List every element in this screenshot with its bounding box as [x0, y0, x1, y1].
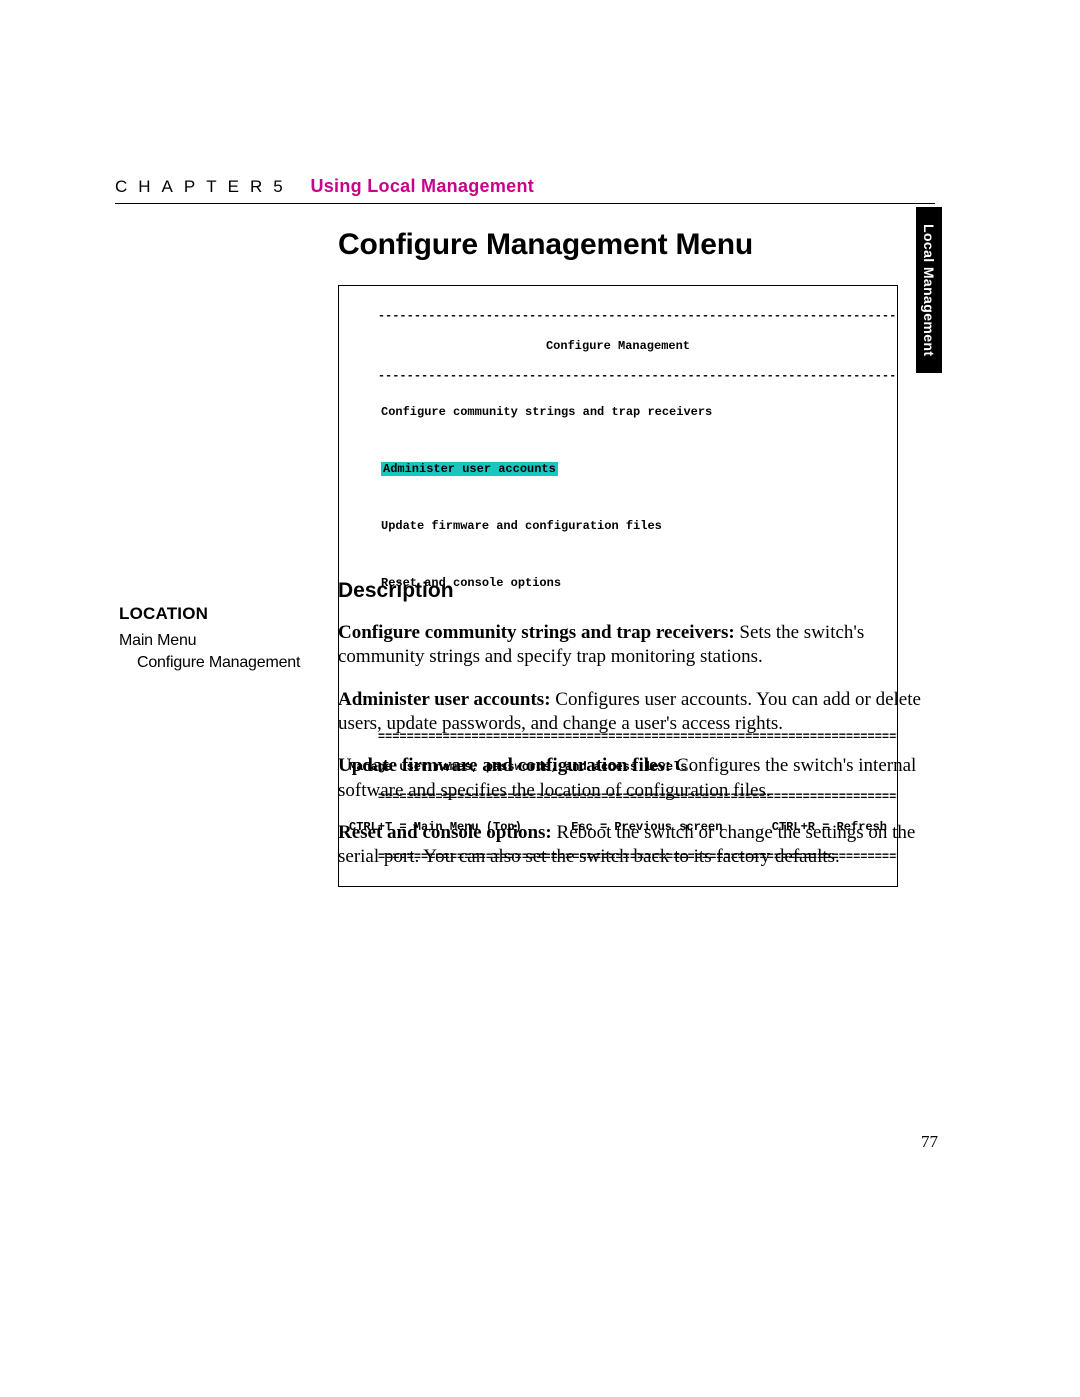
description-term: Reset and console options:: [338, 822, 552, 843]
chapter-line: CHAPTER5 Using Local Management: [115, 176, 935, 197]
document-page: CHAPTER5 Using Local Management Local Ma…: [0, 0, 1080, 1397]
terminal-divider: ----------------------------------------…: [378, 369, 898, 383]
terminal-title: Configure Management: [349, 339, 887, 354]
terminal-menu-item-selected: Administer user accounts: [381, 462, 887, 477]
description-paragraph: Update firmware and configuration files:…: [338, 754, 936, 803]
chapter-title: Using Local Management: [310, 176, 534, 196]
page-number: 77: [921, 1132, 938, 1152]
description-paragraph: Reset and console options: Reboot the sw…: [338, 821, 936, 870]
description-term: Administer user accounts:: [338, 689, 551, 710]
chapter-label: CHAPTER: [115, 177, 273, 196]
description-term: Configure community strings and trap rec…: [338, 622, 735, 643]
description-block: Description Configure community strings …: [338, 579, 936, 888]
location-path-level-1: Main Menu: [119, 632, 309, 650]
side-tab-local-management: Local Management: [916, 207, 942, 373]
description-paragraph: Configure community strings and trap rec…: [338, 621, 936, 670]
location-block: LOCATION Main Menu Configure Management: [119, 604, 309, 672]
header-rule: [115, 203, 935, 204]
description-term: Update firmware and configuration files:: [338, 755, 671, 776]
page-title: Configure Management Menu: [338, 228, 753, 262]
description-heading: Description: [338, 579, 936, 603]
chapter-number: 5: [273, 177, 282, 196]
location-path-level-2: Configure Management: [137, 654, 309, 672]
side-tab-label: Local Management: [921, 224, 937, 356]
description-paragraph: Administer user accounts: Configures use…: [338, 688, 936, 737]
page-header: CHAPTER5 Using Local Management: [115, 176, 935, 204]
terminal-menu-item: Configure community strings and trap rec…: [349, 405, 887, 420]
terminal-menu-item-selected-label: Administer user accounts: [381, 462, 558, 476]
terminal-menu-item: Update firmware and configuration files: [349, 519, 887, 534]
location-heading: LOCATION: [119, 604, 309, 624]
terminal-divider: ----------------------------------------…: [378, 309, 898, 323]
